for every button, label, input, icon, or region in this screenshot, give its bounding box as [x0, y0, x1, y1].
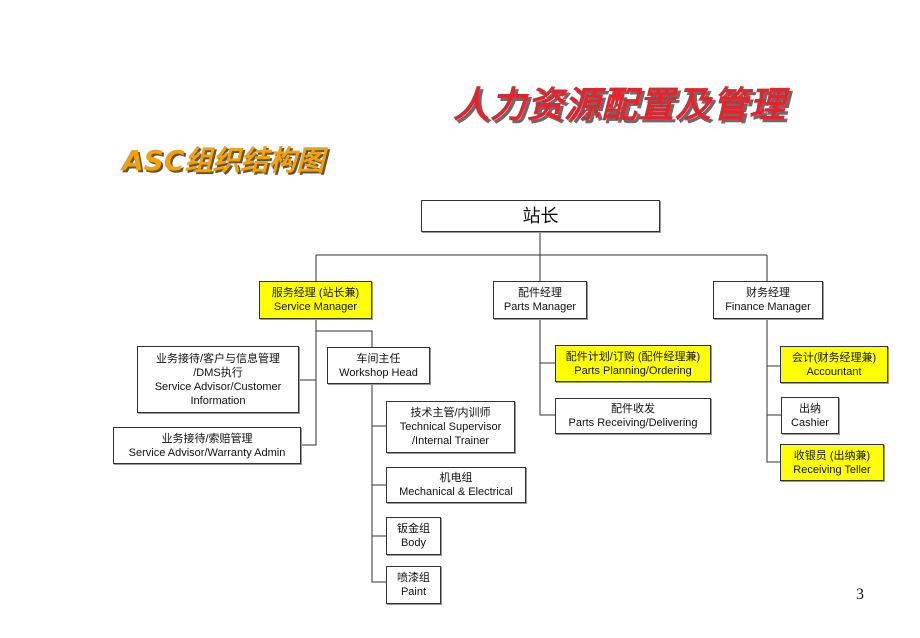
- connector-service-trunk: [301, 318, 317, 446]
- node-label-en: Technical Supervisor: [399, 421, 502, 433]
- org-node-cashier: 出纳 Cashier: [781, 397, 839, 434]
- node-label-en: Cashier: [791, 416, 829, 429]
- org-node-accountant: 会计(财务经理兼) Accountant: [780, 346, 888, 383]
- org-connectors: [299, 231, 781, 583]
- connector-workshop: [316, 330, 373, 347]
- node-label-zh: 技术主管/内训师: [410, 407, 491, 419]
- node-label-en: Workshop Head: [339, 366, 418, 379]
- node-label-en: Service Manager: [273, 301, 358, 313]
- org-node-technical-supervisor: 技术主管/内训师 Technical Supervisor /Internal …: [386, 401, 515, 453]
- node-label-zh: 出纳: [799, 402, 821, 415]
- node-label-en: Mechanical & Electrical: [399, 486, 513, 498]
- node-label-en: Receiving Teller: [793, 463, 871, 476]
- node-label-zh: 配件收发: [611, 403, 655, 415]
- node-label-en-2: Information: [190, 394, 246, 407]
- org-node-parts-manager: 配件经理 Parts Manager: [493, 281, 587, 319]
- page-number: 3: [856, 586, 864, 603]
- org-node-station-manager: 站长: [421, 200, 660, 232]
- node-label-zh: 钣金组: [397, 523, 430, 535]
- org-node-parts-receiving: 配件收发 Parts Receiving/Delivering: [555, 398, 711, 434]
- org-node-receiving-teller: 收银员 (出纳兼) Receiving Teller: [780, 444, 884, 481]
- node-label-zh: 收银员 (出纳兼): [793, 449, 871, 462]
- org-node-mechanical-electrical: 机电组 Mechanical & Electrical: [386, 467, 526, 503]
- node-label-en: Finance Manager: [725, 301, 811, 313]
- node-label-zh: 服务经理 (站长兼): [271, 287, 360, 299]
- node-label-zh: 会计(财务经理兼): [791, 351, 877, 364]
- node-label-zh: 机电组: [439, 472, 473, 484]
- org-node-service-advisor-customer: 业务接待/客户与信息管理 /DMS执行 Service Advisor/Cust…: [137, 346, 299, 413]
- node-label-en: Body: [400, 537, 427, 549]
- org-node-parts-planning: 配件计划/订购 (配件经理兼) Parts Planning/Ordering: [555, 345, 711, 382]
- node-label-zh: 站长: [522, 206, 559, 226]
- connector-finance-trunk: [766, 318, 780, 463]
- node-label-en: Accountant: [806, 365, 862, 378]
- node-label-zh: 业务接待/客户与信息管理: [155, 352, 281, 365]
- node-label-en: Service Advisor/Warranty Admin: [128, 446, 286, 459]
- connector-parts-trunk: [539, 318, 555, 416]
- node-label-zh: 配件经理: [518, 287, 562, 299]
- connector-workshop-trunk: [371, 384, 386, 583]
- org-node-workshop-head: 车间主任 Workshop Head: [327, 347, 430, 384]
- node-label-zh: 财务经理: [746, 287, 790, 299]
- node-label-en: Parts Planning/Ordering: [574, 364, 692, 377]
- org-node-finance-manager: 财务经理 Finance Manager: [713, 281, 823, 319]
- node-label-en: Paint: [400, 586, 427, 598]
- node-label-en-2: /Internal Trainer: [411, 435, 490, 447]
- node-label-zh: 喷漆组: [397, 572, 430, 584]
- node-label-zh: 配件计划/订购 (配件经理兼): [565, 350, 701, 363]
- node-label-en: Service Advisor/Customer: [154, 380, 282, 393]
- org-node-paint: 喷漆组 Paint: [386, 566, 441, 604]
- node-label-zh: 业务接待/索赔管理: [161, 432, 253, 445]
- node-label-en: Parts Manager: [503, 301, 577, 313]
- org-node-service-manager: 服务经理 (站长兼) Service Manager: [259, 281, 372, 319]
- node-label-zh: 车间主任: [356, 352, 401, 365]
- node-label-en: Parts Receiving/Delivering: [568, 417, 698, 429]
- node-label-zh-2: /DMS执行: [193, 366, 243, 379]
- org-node-service-advisor-warranty: 业务接待/索赔管理 Service Advisor/Warranty Admin: [113, 427, 301, 464]
- org-node-body: 钣金组 Body: [386, 517, 441, 555]
